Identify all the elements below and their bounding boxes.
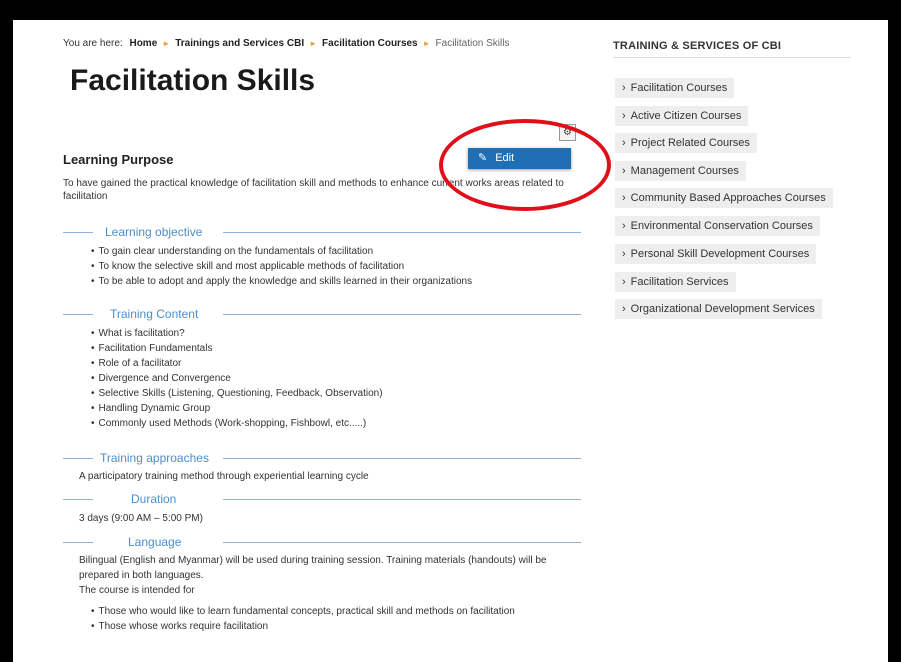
divider xyxy=(223,458,581,459)
sidebar-item-label: Active Citizen Courses xyxy=(630,110,742,122)
list-item: To know the selective skill and most app… xyxy=(91,259,472,274)
divider xyxy=(63,458,93,459)
learning-objective-list: To gain clear understanding on the funda… xyxy=(91,244,473,289)
section-heading-text: Training Content xyxy=(110,307,199,321)
chevron-right-icon: › xyxy=(622,248,626,260)
breadcrumb-facilitation-courses-link[interactable]: Facilitation Courses xyxy=(322,38,418,49)
list-item: To be able to adopt and apply the knowle… xyxy=(91,274,473,289)
list-item: Divergence and Convergence xyxy=(91,371,383,386)
section-heading-duration: Duration xyxy=(63,492,581,506)
chevron-right-icon: › xyxy=(622,276,626,288)
list-item: Facilitation Fundamentals xyxy=(91,341,383,356)
chevron-right-icon: › xyxy=(622,82,626,94)
list-item: To gain clear understanding on the funda… xyxy=(91,244,472,259)
training-approaches-text: A participatory training method through … xyxy=(79,471,369,482)
list-item: Role of a facilitator xyxy=(91,356,383,371)
sidebar-item-label: Organizational Development Services xyxy=(630,303,815,315)
audience-list: Those who would like to learn fundamenta… xyxy=(91,604,515,634)
page-title: Facilitation Skills xyxy=(70,64,316,97)
sidebar-item-label: Personal Skill Development Courses xyxy=(630,248,810,260)
language-text-line3: The course is intended for xyxy=(79,585,195,596)
divider xyxy=(223,542,581,543)
divider xyxy=(63,232,93,233)
divider xyxy=(63,542,93,543)
section-heading-text: Language xyxy=(128,535,182,549)
breadcrumb-trainings-link[interactable]: Trainings and Services CBI xyxy=(175,38,304,49)
training-content-list: What is facilitation? Facilitation Funda… xyxy=(91,326,383,431)
chevron-right-icon: › xyxy=(622,137,626,149)
chevron-right-icon: › xyxy=(622,220,626,232)
sidebar-item-management-courses[interactable]: › Management Courses xyxy=(615,161,746,181)
sidebar-item-label: Facilitation Services xyxy=(630,276,729,288)
breadcrumb-current: Facilitation Skills xyxy=(435,38,510,49)
divider xyxy=(63,499,93,500)
breadcrumb-separator-icon: ► xyxy=(162,39,171,48)
language-text-line1: Bilingual (English and Myanmar) will be … xyxy=(79,555,547,566)
breadcrumb-prefix: You are here: xyxy=(63,38,123,49)
divider xyxy=(223,232,581,233)
sidebar-item-community-based-approaches-courses[interactable]: › Community Based Approaches Courses xyxy=(615,188,833,208)
chevron-right-icon: › xyxy=(622,303,626,315)
sidebar-item-label: Project Related Courses xyxy=(630,137,750,149)
divider xyxy=(223,499,581,500)
section-heading-training-approaches: Training approaches xyxy=(63,451,581,465)
sidebar-item-label: Community Based Approaches Courses xyxy=(630,192,826,204)
learning-purpose-title: Learning Purpose xyxy=(63,152,174,167)
section-heading-text: Duration xyxy=(131,492,177,506)
breadcrumb-separator-icon: ► xyxy=(309,39,318,48)
list-item: Handling Dynamic Group xyxy=(91,401,383,416)
sidebar-item-label: Facilitation Courses xyxy=(630,82,728,94)
language-text-line2: prepared in both languages. xyxy=(79,570,204,581)
sidebar-item-label: Management Courses xyxy=(630,165,739,177)
page-frame: You are here: Home ► Trainings and Service… xyxy=(13,20,888,662)
duration-text: 3 days (9:00 AM – 5:00 PM) xyxy=(79,513,203,524)
sidebar-item-organizational-development-services[interactable]: › Organizational Development Services xyxy=(615,299,822,319)
sidebar-item-label: Environmental Conservation Courses xyxy=(630,220,813,232)
chevron-right-icon: › xyxy=(622,110,626,122)
section-heading-training-content: Training Content xyxy=(63,307,581,321)
list-item: Selective Skills (Listening, Questioning… xyxy=(91,386,383,401)
section-heading-text: Training approaches xyxy=(100,451,209,465)
divider xyxy=(613,57,851,58)
breadcrumb-home-link[interactable]: Home xyxy=(129,38,157,49)
section-heading-language: Language xyxy=(63,535,581,549)
sidebar-item-project-related-courses[interactable]: › Project Related Courses xyxy=(615,133,757,153)
list-item: Commonly used Methods (Work-shopping, Fi… xyxy=(91,416,383,431)
sidebar-item-personal-skill-development-courses[interactable]: › Personal Skill Development Courses xyxy=(615,244,817,264)
sidebar-title: TRAINING & SERVICES OF CBI xyxy=(613,40,782,52)
list-item: What is facilitation? xyxy=(91,326,383,341)
divider xyxy=(223,314,581,315)
list-item: Those who would like to learn fundamenta… xyxy=(91,604,515,619)
sidebar-item-facilitation-courses[interactable]: › Facilitation Courses xyxy=(615,78,735,98)
section-heading-text: Learning objective xyxy=(105,225,203,239)
sidebar-item-active-citizen-courses[interactable]: › Active Citizen Courses xyxy=(615,106,749,126)
chevron-right-icon: › xyxy=(622,192,626,204)
divider xyxy=(63,314,93,315)
sidebar-item-environmental-conservation-courses[interactable]: › Environmental Conservation Courses xyxy=(615,216,820,236)
chevron-right-icon: › xyxy=(622,165,626,177)
breadcrumb-separator-icon: ► xyxy=(422,39,431,48)
annotation-circle xyxy=(439,119,611,211)
sidebar-item-facilitation-services[interactable]: › Facilitation Services xyxy=(615,272,736,292)
list-item: Those whose works require facilitation xyxy=(91,619,515,634)
breadcrumb: You are here: Home ► Trainings and Service… xyxy=(63,38,509,49)
section-heading-learning-objective: Learning objective xyxy=(63,225,581,239)
